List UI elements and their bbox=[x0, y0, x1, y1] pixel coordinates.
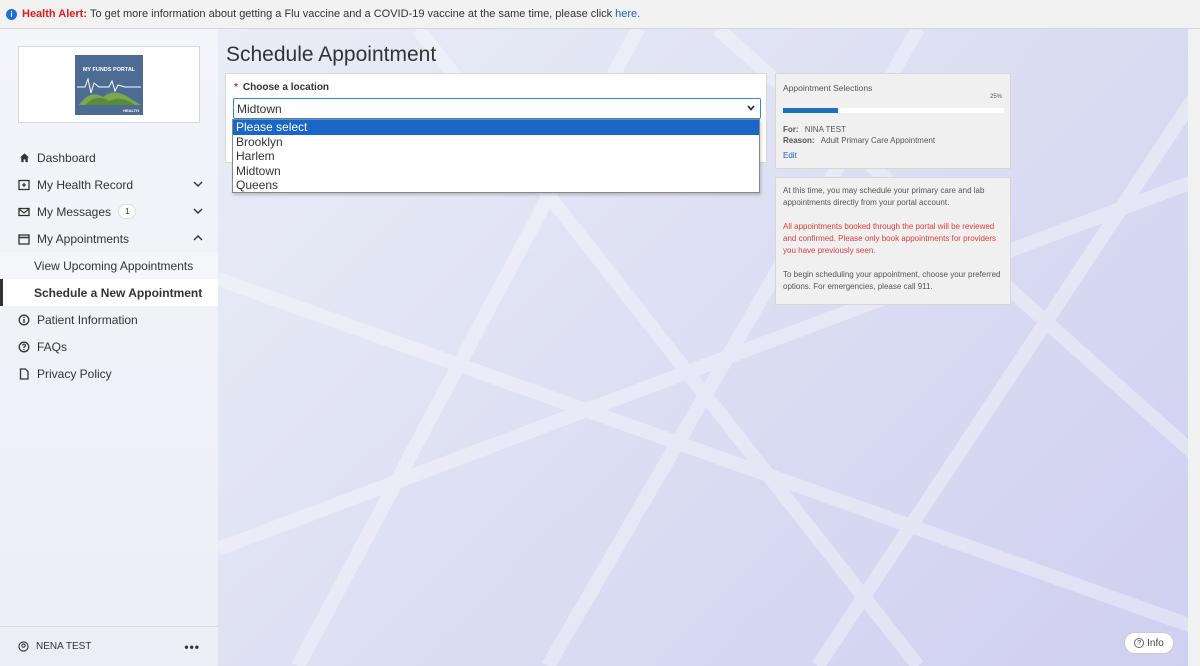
for-label: For: bbox=[783, 125, 799, 134]
user-icon bbox=[18, 641, 29, 652]
sidebar: MY FUNDS PORTAL HEALTH Dashboard My Heal… bbox=[0, 29, 218, 666]
alert-title: Health Alert: bbox=[22, 8, 87, 20]
health-record-icon bbox=[18, 179, 30, 191]
sidebar-subitem-schedule-new[interactable]: Schedule a New Appointment bbox=[0, 279, 218, 306]
sidebar-item-label: FAQs bbox=[37, 339, 68, 354]
messages-count-badge: 1 bbox=[118, 204, 137, 219]
portal-logo[interactable]: MY FUNDS PORTAL HEALTH bbox=[18, 46, 200, 123]
sidebar-item-label: View Upcoming Appointments bbox=[34, 258, 194, 273]
calendar-icon bbox=[18, 233, 30, 245]
info-button[interactable]: ? Info bbox=[1124, 632, 1174, 654]
info-button-label: Info bbox=[1147, 637, 1164, 649]
dropdown-option[interactable]: Harlem bbox=[233, 149, 759, 164]
edit-link[interactable]: Edit bbox=[783, 151, 797, 160]
location-label-text: Choose a location bbox=[242, 82, 330, 93]
sidebar-item-patient-information[interactable]: Patient Information bbox=[0, 306, 218, 333]
location-select-value: Midtown bbox=[237, 101, 282, 116]
dropdown-option[interactable]: Queens bbox=[233, 178, 759, 193]
dropdown-option[interactable]: Brooklyn bbox=[233, 135, 759, 150]
chevron-down-icon[interactable] bbox=[192, 205, 204, 220]
progress-bar bbox=[783, 108, 1004, 113]
progress-percent: 25% bbox=[989, 94, 1002, 100]
reason-label: Reason: bbox=[783, 136, 815, 145]
page-scrollbar[interactable] bbox=[1188, 29, 1200, 666]
location-label: * Choose a location bbox=[234, 82, 329, 93]
for-value: NINA TEST bbox=[804, 125, 846, 134]
alert-info-icon: i bbox=[6, 8, 17, 20]
sidebar-item-label: Patient Information bbox=[37, 312, 138, 327]
progress-fill bbox=[783, 108, 839, 113]
user-footer: NENA TEST ••• bbox=[0, 626, 218, 666]
more-options-button[interactable]: ••• bbox=[184, 640, 200, 654]
info-paragraph: At this time, you may schedule your prim… bbox=[783, 186, 985, 207]
chevron-down-icon[interactable] bbox=[192, 178, 204, 193]
warning-paragraph: All appointments booked through the port… bbox=[783, 222, 997, 255]
sidebar-item-messages[interactable]: My Messages 1 bbox=[0, 198, 218, 225]
sidebar-item-label: Schedule a New Appointment bbox=[34, 285, 203, 300]
sidebar-item-health-record[interactable]: My Health Record bbox=[0, 171, 218, 198]
dropdown-option[interactable]: Please select bbox=[233, 120, 759, 135]
dropdown-option[interactable]: Midtown bbox=[233, 164, 759, 179]
logo-graphic bbox=[77, 76, 141, 105]
sidebar-nav: Dashboard My Health Record My Messages 1 bbox=[0, 144, 218, 387]
question-icon bbox=[18, 341, 30, 353]
chevron-up-icon[interactable] bbox=[192, 232, 204, 247]
sidebar-subitem-view-upcoming[interactable]: View Upcoming Appointments bbox=[0, 252, 218, 279]
location-dropdown-list: Please select Brooklyn Harlem Midtown Qu… bbox=[232, 119, 760, 193]
appointment-selections-panel: Appointment Selections 25% For: NINA TES… bbox=[775, 73, 1011, 169]
logo-subtitle: HEALTH bbox=[123, 107, 139, 113]
location-select[interactable]: Midtown bbox=[233, 98, 761, 119]
sidebar-item-appointments[interactable]: My Appointments bbox=[0, 225, 218, 252]
alert-message: To get more information about getting a … bbox=[90, 8, 613, 20]
logo-title: MY FUNDS PORTAL bbox=[82, 66, 136, 73]
scheduling-info-panel: At this time, you may schedule your prim… bbox=[775, 177, 1011, 305]
sidebar-item-dashboard[interactable]: Dashboard bbox=[0, 144, 218, 171]
question-icon: ? bbox=[1134, 638, 1145, 648]
home-icon bbox=[18, 152, 30, 164]
logo-image: MY FUNDS PORTAL HEALTH bbox=[75, 54, 143, 115]
sidebar-item-label: My Health Record bbox=[37, 177, 134, 192]
mail-icon bbox=[18, 206, 30, 218]
document-icon bbox=[18, 367, 30, 380]
page-title: Schedule Appointment bbox=[226, 43, 437, 66]
selections-title: Appointment Selections bbox=[783, 83, 873, 93]
sidebar-item-label: Privacy Policy bbox=[37, 366, 112, 381]
info-icon bbox=[18, 314, 30, 326]
sidebar-item-label: My Appointments bbox=[37, 231, 130, 246]
user-name: NENA TEST bbox=[36, 641, 92, 652]
alert-link[interactable]: here. bbox=[615, 8, 640, 20]
reason-value: Adult Primary Care Appointment bbox=[820, 136, 936, 145]
sidebar-item-faqs[interactable]: FAQs bbox=[0, 333, 218, 360]
reason-row: Reason: Adult Primary Care Appointment bbox=[783, 136, 935, 145]
health-alert-bar: i Health Alert: To get more information … bbox=[0, 0, 1200, 29]
sidebar-item-label: Dashboard bbox=[37, 150, 96, 165]
required-mark: * bbox=[234, 82, 238, 93]
chevron-down-icon bbox=[746, 102, 756, 117]
sidebar-item-privacy-policy[interactable]: Privacy Policy bbox=[0, 360, 218, 387]
for-row: For: NINA TEST bbox=[783, 125, 846, 134]
sidebar-item-label: My Messages bbox=[37, 204, 112, 219]
info-paragraph: To begin scheduling your appointment, ch… bbox=[783, 270, 1001, 291]
